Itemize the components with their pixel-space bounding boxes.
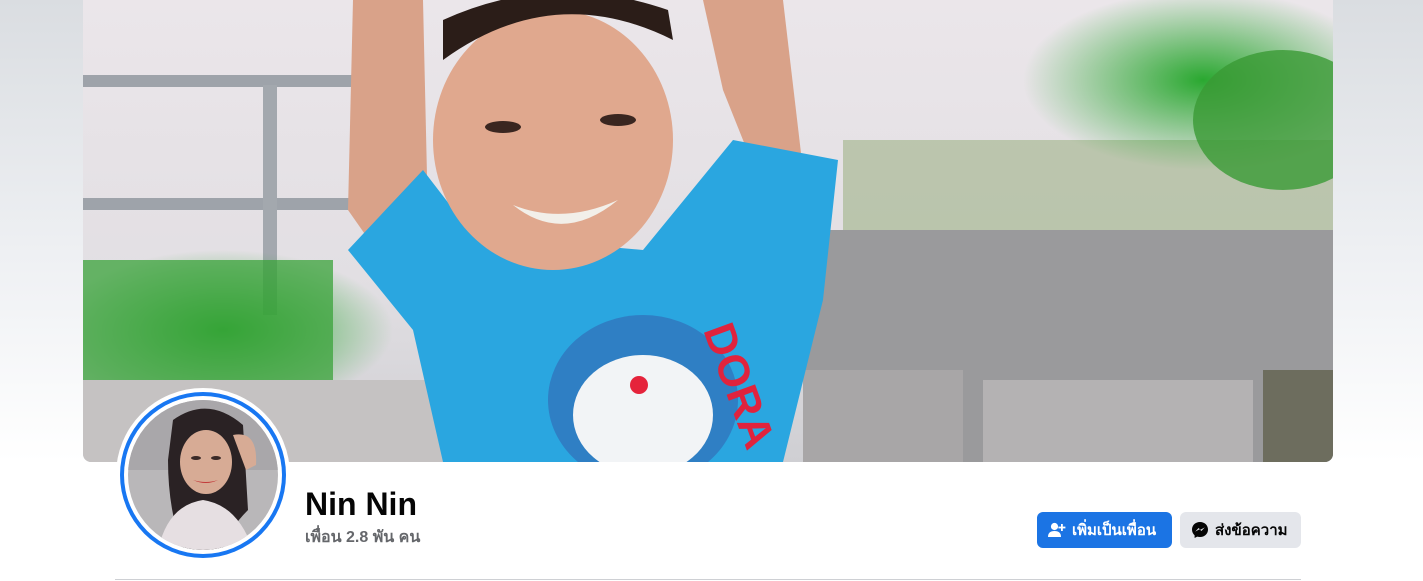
message-button[interactable]: ส่งข้อความ (1180, 512, 1301, 548)
avatar-photo (124, 396, 282, 554)
cover-photo-image: DORA (83, 0, 1333, 462)
friends-count[interactable]: เพื่อน 2.8 พัน คน (305, 528, 420, 548)
avatar-photo-image (128, 400, 278, 550)
add-friend-button[interactable]: เพิ่มเป็นเพื่อน (1037, 512, 1172, 548)
add-friend-icon (1048, 522, 1066, 538)
profile-avatar[interactable] (120, 392, 286, 558)
cover-photo[interactable]: DORA (83, 0, 1333, 462)
profile-name: Nin Nin (305, 486, 417, 522)
profile-divider (115, 579, 1301, 580)
add-friend-label: เพิ่มเป็นเพื่อน (1072, 522, 1157, 539)
message-label: ส่งข้อความ (1215, 522, 1288, 539)
messenger-icon (1191, 521, 1209, 539)
